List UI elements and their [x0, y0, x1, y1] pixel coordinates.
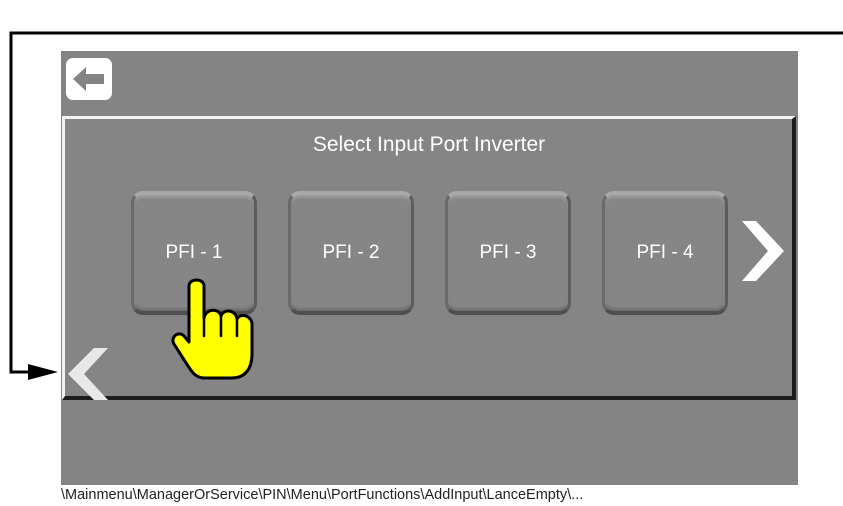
port-button-3[interactable]: PFI - 3 [445, 191, 571, 315]
chevron-right-icon[interactable] [740, 221, 786, 281]
breadcrumb-path: \Mainmenu\ManagerOrService\PIN\Menu\Port… [61, 487, 584, 503]
back-arrow-icon [73, 67, 104, 91]
back-button[interactable] [66, 58, 112, 100]
chevron-left-icon[interactable] [66, 348, 110, 400]
hand-pointer-icon [171, 278, 254, 380]
port-button-4[interactable]: PFI - 4 [602, 191, 728, 315]
page-title: Select Input Port Inverter [312, 133, 546, 156]
port-button-2[interactable]: PFI - 2 [288, 191, 414, 315]
